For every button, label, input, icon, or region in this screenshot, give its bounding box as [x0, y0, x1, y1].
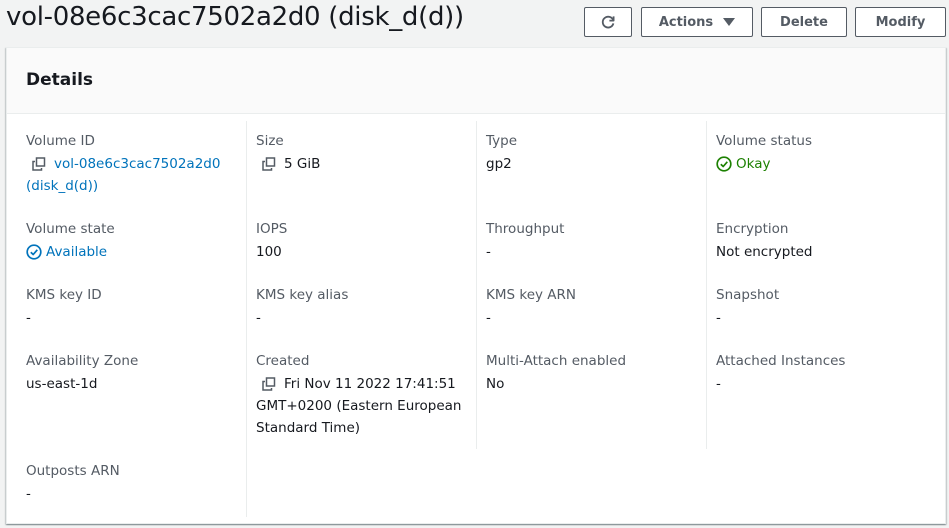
created-value-line3: Standard Time) — [256, 420, 361, 436]
field-label: KMS key alias — [256, 287, 349, 303]
field-availability-zone: Availability Zone us-east-1d — [26, 351, 236, 395]
actions-button-label: Actions — [658, 14, 714, 30]
throughput-value: - — [486, 244, 491, 260]
details-panel-header: Details — [7, 48, 945, 114]
refresh-icon — [601, 15, 615, 29]
column-divider — [246, 121, 247, 517]
kms-key-id-value: - — [26, 310, 31, 326]
refresh-button[interactable] — [584, 7, 632, 37]
field-label: Multi-Attach enabled — [486, 353, 627, 369]
field-throughput: Throughput - — [486, 219, 696, 263]
availability-zone-value: us-east-1d — [26, 376, 98, 392]
field-label: Attached Instances — [716, 353, 846, 369]
field-outposts-arn: Outposts ARN - — [26, 461, 236, 505]
copy-icon[interactable] — [262, 377, 276, 391]
copy-icon[interactable] — [262, 157, 276, 171]
field-label: Size — [256, 133, 284, 149]
details-panel: Details Volume ID vol-08e6c3cac7502a2d0 … — [6, 47, 946, 524]
field-kms-key-alias: KMS key alias - — [256, 285, 466, 329]
field-label: Created — [256, 353, 310, 369]
field-label: Snapshot — [716, 287, 780, 303]
volume-state-value: Available — [46, 244, 108, 260]
field-volume-id: Volume ID vol-08e6c3cac7502a2d0 (disk_d(… — [26, 131, 236, 197]
kms-key-arn-value: - — [486, 310, 491, 326]
field-kms-key-id: KMS key ID - — [26, 285, 236, 329]
field-type: Type gp2 — [486, 131, 696, 175]
column-divider — [476, 121, 477, 449]
created-value-line1: Fri Nov 11 2022 17:41:51 — [284, 376, 456, 392]
field-label: KMS key ARN — [486, 287, 576, 303]
field-encryption: Encryption Not encrypted — [716, 219, 926, 263]
snapshot-value: - — [716, 310, 721, 326]
copy-icon[interactable] — [32, 157, 46, 171]
field-attached-instances: Attached Instances - — [716, 351, 926, 395]
caret-down-icon — [723, 17, 736, 26]
field-volume-state: Volume state Available — [26, 219, 236, 263]
field-label: Availability Zone — [26, 353, 139, 369]
field-label: Throughput — [486, 221, 565, 237]
attached-instances-value: - — [716, 376, 721, 392]
column-divider — [706, 121, 707, 449]
field-label: Type — [486, 133, 518, 149]
field-snapshot: Snapshot - — [716, 285, 926, 329]
encryption-value: Not encrypted — [716, 244, 813, 260]
field-label: IOPS — [256, 221, 288, 237]
field-kms-key-arn: KMS key ARN - — [486, 285, 696, 329]
volume-id-link[interactable]: vol-08e6c3cac7502a2d0 — [54, 153, 220, 175]
field-size: Size 5 GiB — [256, 131, 466, 175]
actions-button[interactable]: Actions — [641, 7, 753, 37]
field-volume-status: Volume status Okay — [716, 131, 926, 175]
iops-value: 100 — [256, 244, 282, 260]
type-value: gp2 — [486, 156, 512, 172]
field-label: Volume status — [716, 133, 812, 149]
volume-status-value: Okay — [736, 156, 771, 172]
created-value-line2: GMT+0200 (Eastern European — [256, 398, 462, 414]
field-created: Created Fri Nov 11 2022 17:41:51 GMT+020… — [256, 351, 471, 439]
delete-button[interactable]: Delete — [761, 7, 847, 37]
outposts-arn-value: - — [26, 486, 31, 502]
details-panel-title: Details — [26, 70, 94, 90]
field-label: KMS key ID — [26, 287, 102, 303]
volume-id-link-suffix[interactable]: (disk_d(d)) — [26, 175, 236, 197]
page-title: vol-08e6c3cac7502a2d0 (disk_d(d)) — [6, 2, 464, 32]
check-circle-icon — [26, 244, 42, 260]
field-multi-attach: Multi-Attach enabled No — [486, 351, 696, 395]
field-label: Encryption — [716, 221, 789, 237]
kms-key-alias-value: - — [256, 310, 261, 326]
modify-button[interactable]: Modify — [855, 7, 946, 37]
field-label: Outposts ARN — [26, 463, 120, 479]
field-iops: IOPS 100 — [256, 219, 466, 263]
size-value: 5 GiB — [284, 156, 321, 172]
check-circle-icon — [716, 156, 732, 172]
multi-attach-value: No — [486, 376, 505, 392]
field-label: Volume ID — [26, 133, 95, 149]
field-label: Volume state — [26, 221, 115, 237]
